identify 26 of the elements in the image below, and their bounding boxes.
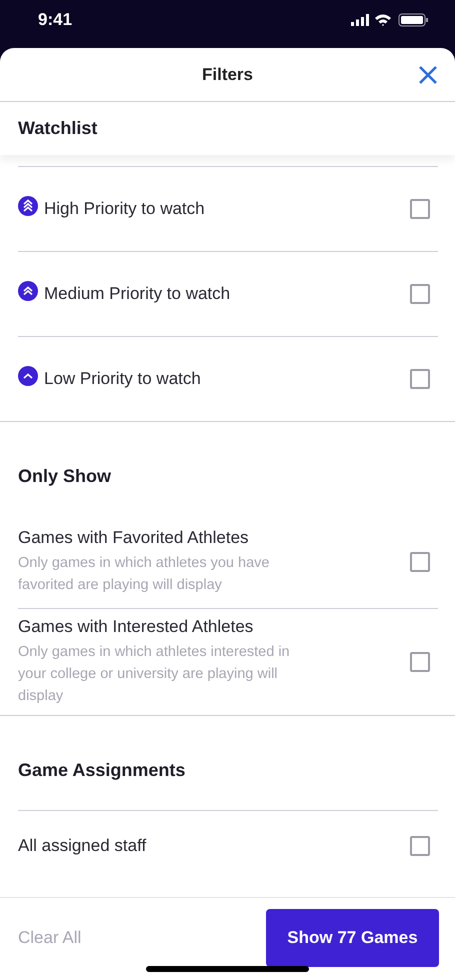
option-label: High Priority to watch: [44, 199, 205, 219]
priority-icon: [18, 196, 38, 216]
checkbox[interactable]: [410, 199, 430, 219]
wifi-icon: [375, 14, 391, 26]
checkbox[interactable]: [410, 284, 430, 304]
priority-icon: [18, 281, 38, 301]
option-label: Games with Favorited Athletes: [18, 528, 250, 548]
priority-icon: [18, 366, 38, 386]
option-label: All assigned staff: [18, 836, 146, 856]
checkbox[interactable]: [410, 552, 430, 572]
sheet-title: Filters: [202, 64, 254, 84]
signal-icon: [351, 14, 369, 26]
option-label: Medium Priority to watch: [44, 284, 230, 304]
checkbox[interactable]: [410, 836, 430, 856]
section-title: Game Assignments: [18, 760, 186, 780]
status-time: 9:41: [38, 10, 72, 30]
option-description: Only games in which athletes you have favorited are playing will display: [18, 554, 270, 595]
option-label: Games with Interested Athletes: [18, 617, 254, 637]
option-label: Low Priority to watch: [44, 369, 201, 389]
show-games-button[interactable]: Show 77 Games: [266, 908, 439, 966]
section-title: Only Show: [18, 466, 112, 486]
battery-icon: [398, 14, 428, 26]
option-description: Only games in which athletes interested in your college or university are playing will display: [18, 643, 291, 706]
section-title: Watchlist: [18, 118, 98, 139]
checkbox[interactable]: [410, 369, 430, 389]
checkbox[interactable]: [410, 652, 430, 672]
